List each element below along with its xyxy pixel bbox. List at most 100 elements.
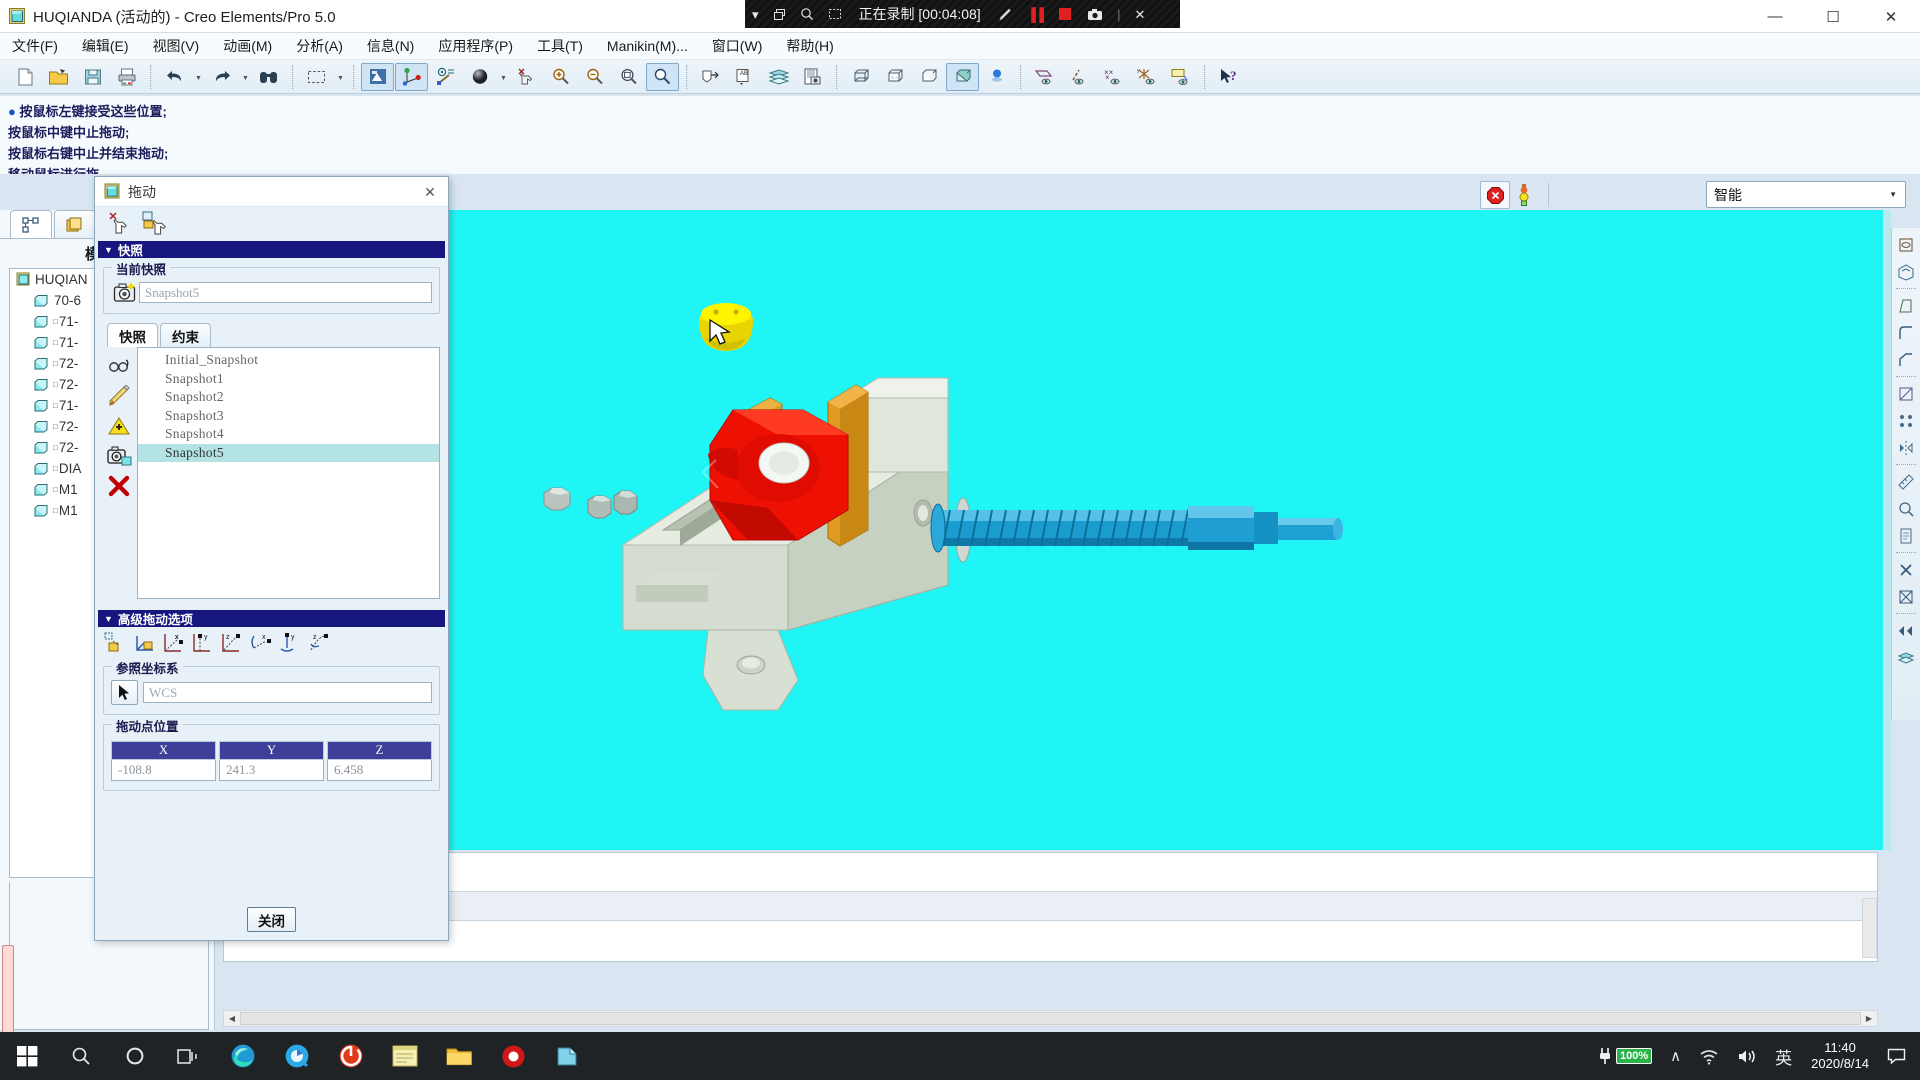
menu-edit[interactable]: 编辑(E)	[70, 33, 141, 59]
file-explorer-icon[interactable]	[432, 1032, 486, 1080]
take-snapshot-icon[interactable]	[111, 281, 139, 304]
annotation-icon[interactable]	[694, 63, 727, 91]
feature-toolbar[interactable]	[1891, 228, 1920, 720]
menu-applications[interactable]: 应用程序(P)	[426, 33, 525, 59]
list-item-selected[interactable]: Snapshot5	[138, 443, 439, 462]
screen-recorder-toolbar[interactable]: ▾ 正在录制 [00:04:08] ▐▐ | ✕	[745, 0, 1180, 28]
select-dropdown-arrow[interactable]: ▼	[334, 63, 347, 91]
close-button[interactable]: ✕	[1862, 0, 1920, 33]
scroll-thumb[interactable]	[240, 1012, 1861, 1025]
selection-filter-dropdown[interactable]: 智能 ▼	[1706, 181, 1906, 208]
task-view-icon[interactable]	[162, 1032, 216, 1080]
scroll-track[interactable]	[240, 1012, 1861, 1025]
coordinate-value-z[interactable]: 6.458	[327, 760, 432, 781]
menu-info[interactable]: 信息(N)	[355, 33, 426, 59]
x-rotate-icon[interactable]: x	[246, 629, 275, 657]
display-no-hidden-icon[interactable]	[912, 63, 945, 91]
current-snapshot-field[interactable]: Snapshot5	[139, 282, 432, 303]
chevron-down-icon[interactable]: ▼	[1889, 190, 1897, 199]
traffic-light-icon[interactable]	[1510, 181, 1538, 209]
list-item[interactable]: Snapshot2	[138, 388, 439, 407]
datum-axis-display-icon[interactable]	[1062, 63, 1095, 91]
camera-icon[interactable]	[1080, 8, 1110, 21]
menu-window[interactable]: 窗口(W)	[700, 33, 775, 59]
assembly-3d-view[interactable]	[448, 210, 1891, 850]
ime-indicator[interactable]: 英	[1766, 1044, 1801, 1069]
prev-next-icon[interactable]	[1893, 617, 1919, 644]
undo-icon[interactable]	[158, 63, 191, 91]
minimize-button[interactable]: —	[1746, 0, 1804, 33]
snapshot-list[interactable]: Initial_Snapshot Snapshot1 Snapshot2 Sna…	[137, 347, 440, 599]
graphics-window[interactable]	[448, 210, 1891, 850]
display-wireframe-icon[interactable]	[844, 63, 877, 91]
pattern-icon[interactable]	[1893, 407, 1919, 434]
reorient-icon[interactable]	[646, 62, 679, 91]
wifi-icon[interactable]	[1690, 1048, 1728, 1065]
cortana-icon[interactable]	[108, 1032, 162, 1080]
z-translate-icon[interactable]: z	[217, 629, 246, 657]
power-plug-icon[interactable]: 100%	[1588, 1047, 1661, 1065]
new-file-icon[interactable]	[8, 63, 41, 91]
shaded-sphere-icon[interactable]	[463, 63, 496, 91]
chevron-down-icon[interactable]: ▼	[104, 245, 113, 255]
dialog-toolbar[interactable]	[95, 207, 448, 241]
shell-icon[interactable]	[1893, 258, 1919, 285]
datum-point-display-icon[interactable]: ×× ×	[1096, 63, 1129, 91]
open-folder-icon[interactable]	[42, 63, 75, 91]
browser-2-icon[interactable]	[270, 1032, 324, 1080]
menu-help[interactable]: 帮助(H)	[774, 33, 845, 59]
display-hidden-line-icon[interactable]	[878, 63, 911, 91]
menu-tools[interactable]: 工具(T)	[525, 33, 595, 59]
snapshot-tools[interactable]	[103, 347, 137, 599]
layer-point-icon[interactable]	[429, 63, 462, 91]
search-icon[interactable]	[54, 1032, 108, 1080]
y-rotate-icon[interactable]: y	[275, 629, 304, 657]
menu-bar[interactable]: 文件(F) 编辑(E) 视图(V) 动画(M) 分析(A) 信息(N) 应用程序…	[0, 33, 1920, 60]
menu-view[interactable]: 视图(V)	[141, 33, 212, 59]
advanced-drag-tools[interactable]: x x y z x y z	[95, 627, 448, 657]
maximize-button[interactable]: ☐	[1804, 0, 1862, 33]
datum-plane-display-icon[interactable]	[1028, 63, 1061, 91]
dialog-close-button[interactable]: ✕	[418, 181, 442, 203]
zoom-in-icon[interactable]	[544, 63, 577, 91]
stop-regeneration-icon[interactable]	[1480, 181, 1510, 209]
snapshot-section-header[interactable]: ▼ 快照	[98, 241, 445, 258]
chevron-up-icon[interactable]: ∧	[1661, 1047, 1690, 1065]
list-item[interactable]: Initial_Snapshot	[138, 351, 439, 370]
pencil-icon[interactable]	[991, 7, 1020, 22]
rib-icon[interactable]	[1893, 380, 1919, 407]
datum-csys-display-icon[interactable]: y	[1130, 63, 1163, 91]
panel-resize-handle[interactable]	[2, 945, 14, 1035]
magnifier-icon[interactable]	[793, 7, 821, 21]
info-icon[interactable]	[1893, 522, 1919, 549]
chevron-down-icon[interactable]: ▼	[104, 614, 113, 624]
close-dialog-button[interactable]: 关闭	[247, 907, 296, 932]
clock[interactable]: 11:40 2020/8/14	[1801, 1040, 1879, 1072]
region-icon[interactable]	[821, 7, 849, 21]
reference-csys-field[interactable]: WCS	[143, 682, 432, 703]
show-snapshot-icon[interactable]	[105, 351, 135, 381]
creo-app-icon[interactable]	[324, 1032, 378, 1080]
spin-center-off-icon[interactable]	[510, 63, 543, 91]
layer-icon[interactable]	[1893, 644, 1919, 671]
tab-snapshots[interactable]: 快照	[107, 323, 158, 347]
pause-recording-button[interactable]: ▐▐	[1020, 8, 1050, 21]
zoom-out-icon[interactable]	[578, 63, 611, 91]
window-controls[interactable]: — ☐ ✕	[1746, 0, 1920, 33]
list-item[interactable]: Snapshot4	[138, 425, 439, 444]
layer-tree-tab[interactable]	[54, 210, 96, 238]
coordinate-value-y[interactable]: 241.3	[219, 760, 324, 781]
view-manager-icon[interactable]	[796, 63, 829, 91]
save-icon[interactable]	[76, 63, 109, 91]
chamfer-icon[interactable]	[1893, 346, 1919, 373]
undo-dropdown-arrow[interactable]: ▼	[192, 63, 205, 91]
y-translate-icon[interactable]: y	[188, 629, 217, 657]
z-rotate-icon[interactable]: z	[304, 629, 333, 657]
delete-icon[interactable]	[1893, 556, 1919, 583]
coordinate-value-x[interactable]: -108.8	[111, 760, 216, 781]
list-item[interactable]: Snapshot1	[138, 370, 439, 389]
main-toolbar[interactable]: ▼ ▼ ▼ ▼ AB ×× × y ?	[0, 60, 1920, 94]
update-snapshot-icon[interactable]	[105, 411, 135, 441]
refit-icon[interactable]	[612, 63, 645, 91]
chevron-down-icon[interactable]: ▾	[745, 8, 766, 21]
